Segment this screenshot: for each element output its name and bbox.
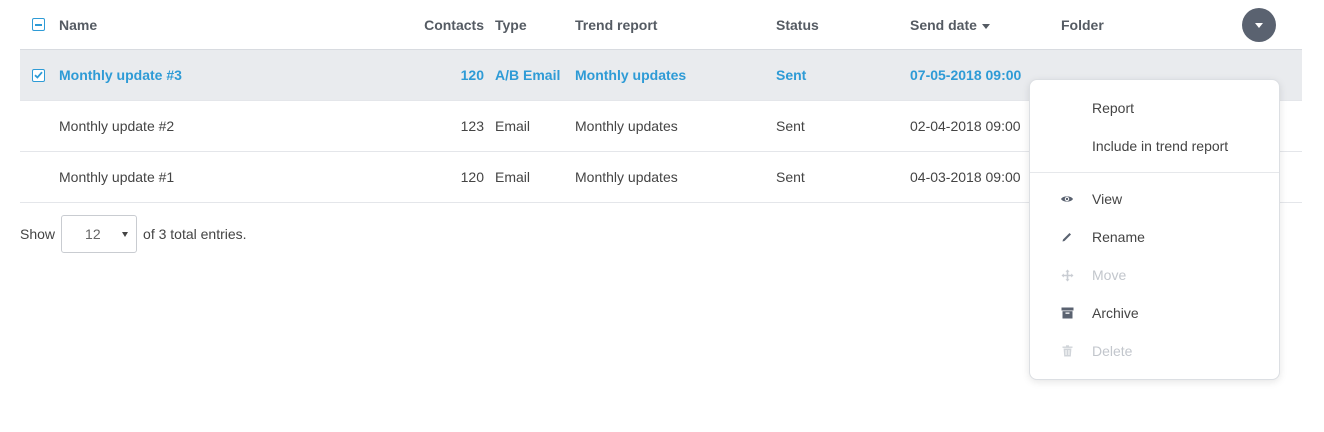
select-all-checkbox[interactable] (32, 18, 45, 31)
menu-divider (1030, 172, 1279, 173)
status-text: Sent (776, 118, 805, 134)
menu-item-label: Rename (1092, 229, 1145, 245)
pencil-icon (1060, 230, 1074, 244)
column-header-status[interactable]: Status (776, 0, 819, 49)
eye-icon (1060, 192, 1074, 206)
chevron-down-icon (122, 232, 129, 237)
menu-item-report[interactable]: Report (1030, 89, 1279, 127)
table-header: Name Contacts Type Trend report Status S… (20, 0, 1302, 50)
campaign-type: Email (495, 169, 531, 185)
column-header-folder[interactable]: Folder (1061, 0, 1104, 49)
menu-item-label: Archive (1092, 305, 1139, 321)
archive-icon (1060, 306, 1074, 320)
show-label: Show (20, 226, 56, 242)
menu-item-move[interactable]: Move (1030, 256, 1279, 294)
row-actions-button[interactable] (1242, 8, 1276, 42)
pagination: Show 12 of 3 total entries. (20, 214, 247, 254)
menu-item-rename[interactable]: Rename (1030, 218, 1279, 256)
row-checkbox[interactable] (32, 68, 45, 82)
row-checkbox-cell[interactable] (32, 50, 48, 100)
status-text: Sent (776, 67, 807, 83)
menu-item-view[interactable]: View (1030, 180, 1279, 218)
contacts-count: 123 (460, 118, 484, 134)
column-header-send-date[interactable]: Send date (910, 0, 990, 49)
campaign-name-link[interactable]: Monthly update #2 (59, 101, 174, 151)
trend-report-link[interactable]: Monthly updates (575, 101, 678, 151)
trend-report-link[interactable]: Monthly updates (575, 50, 686, 100)
menu-item-label: Delete (1092, 343, 1133, 359)
send-date: 07-05-2018 09:00 (910, 67, 1022, 83)
campaign-type: Email (495, 118, 531, 134)
column-header-name[interactable]: Name (59, 0, 97, 49)
menu-item-label: Include in trend report (1092, 138, 1229, 154)
send-date: 04-03-2018 09:00 (910, 169, 1021, 185)
row-actions-menu: Report Include in trend report View Rena… (1029, 79, 1280, 380)
checkmark-icon (34, 71, 43, 79)
column-header-trend-report[interactable]: Trend report (575, 0, 657, 49)
move-icon (1060, 268, 1074, 282)
total-entries-text: of 3 total entries. (143, 226, 247, 242)
menu-item-archive[interactable]: Archive (1030, 294, 1279, 332)
campaign-type: A/B Email (495, 67, 561, 83)
page-size-select[interactable]: 12 (61, 215, 138, 253)
menu-item-label: View (1092, 191, 1123, 207)
page-size-value: 12 (85, 226, 101, 242)
menu-item-delete[interactable]: Delete (1030, 332, 1279, 370)
column-header-type[interactable]: Type (495, 0, 527, 49)
trash-icon (1060, 344, 1074, 358)
campaign-name-link[interactable]: Monthly update #3 (59, 50, 182, 100)
select-all-cell[interactable] (32, 0, 48, 49)
campaign-name-link[interactable]: Monthly update #1 (59, 152, 174, 202)
contacts-count: 120 (460, 169, 484, 185)
menu-item-label: Move (1092, 267, 1127, 283)
trend-report-link[interactable]: Monthly updates (575, 152, 678, 202)
status-text: Sent (776, 169, 805, 185)
column-header-contacts[interactable]: Contacts (424, 0, 484, 49)
menu-item-include-in-trend-report[interactable]: Include in trend report (1030, 127, 1279, 165)
contacts-count: 120 (460, 67, 484, 83)
send-date: 02-04-2018 09:00 (910, 118, 1021, 134)
menu-item-label: Report (1092, 100, 1135, 116)
column-header-send-date-label: Send date (910, 16, 977, 33)
sort-desc-icon (981, 23, 990, 29)
